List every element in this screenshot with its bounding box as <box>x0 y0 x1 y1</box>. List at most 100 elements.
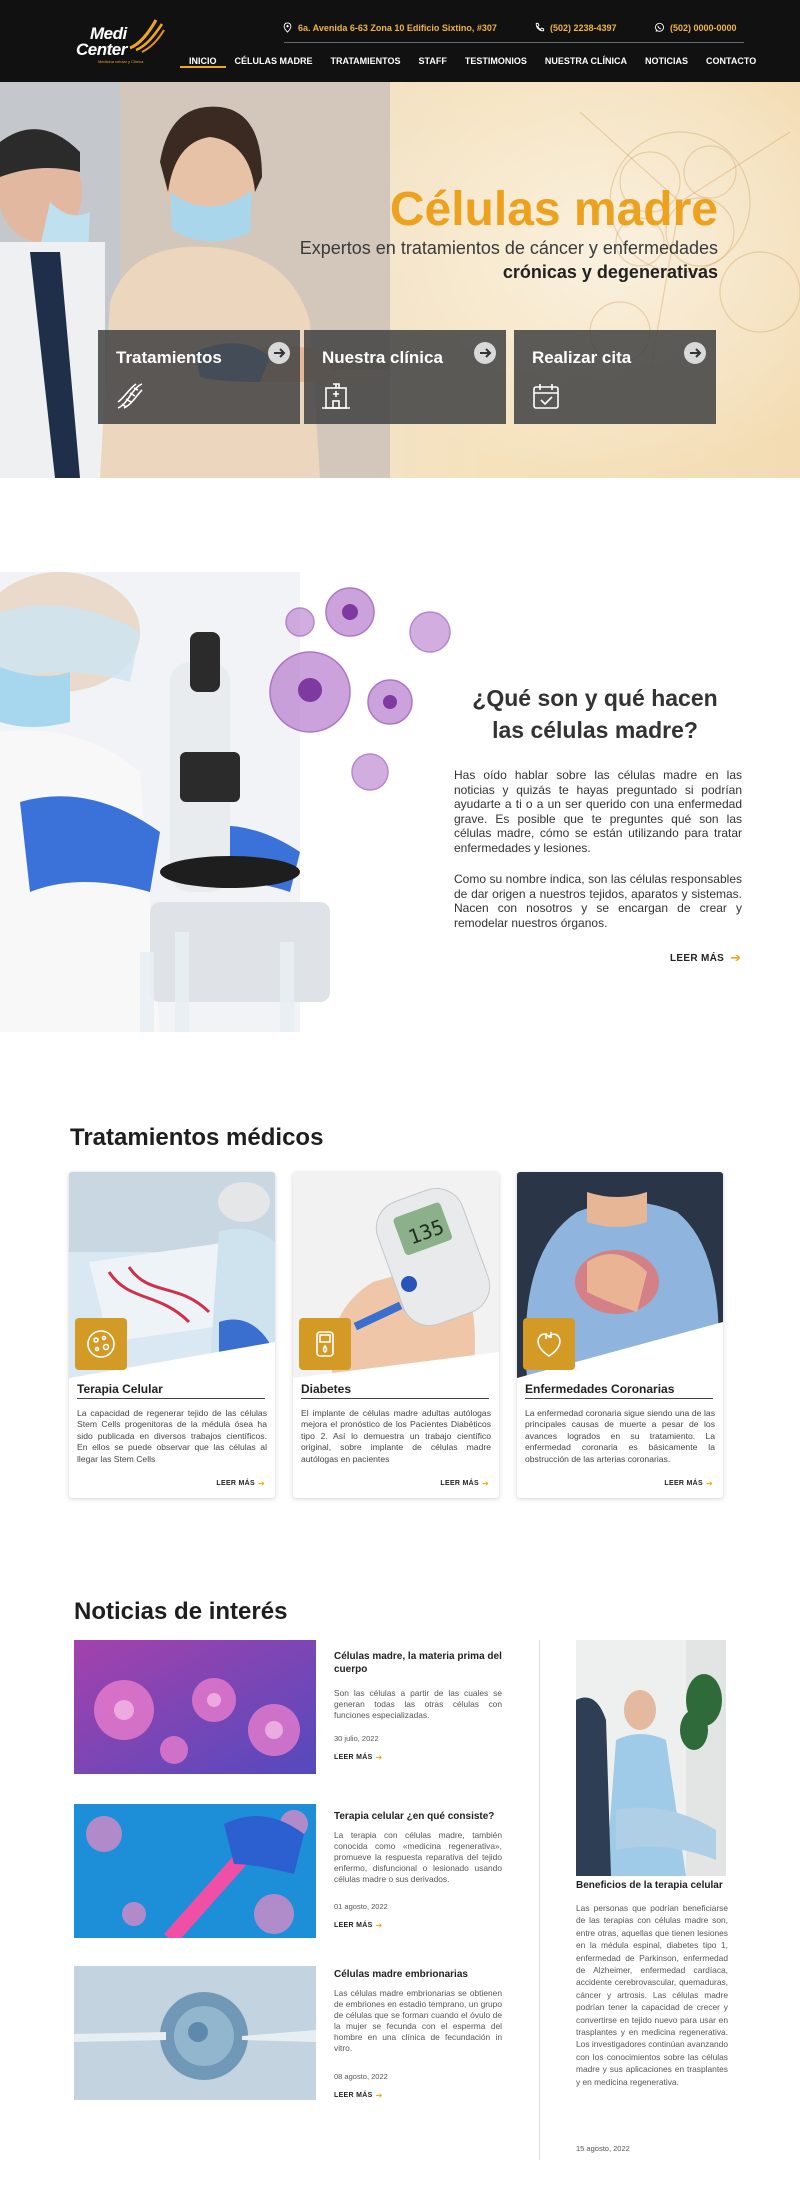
featured-news-title[interactable]: Beneficios de la terapia celular <box>576 1880 746 1891</box>
arrow-right-icon[interactable] <box>684 342 706 364</box>
heart-icon <box>523 1318 575 1370</box>
dna-icon <box>117 383 143 409</box>
hero-subtitle-line1: Expertos en tratamientos de cáncer y enf… <box>299 238 718 258</box>
treatment-title: Enfermedades Coronarias <box>525 1382 675 1396</box>
arrow-right-icon: ➔ <box>375 1921 383 1930</box>
divider <box>525 1398 713 1399</box>
logo[interactable]: Medi Center Medicina celular y Clínica <box>76 18 166 66</box>
hero-card-realizar-cita[interactable]: Realizar cita <box>514 330 716 424</box>
news-read-more-link[interactable]: LEER MÁS ➔ <box>334 1921 383 1930</box>
treatment-card[interactable]: 135 Diabetes El implante de células madr… <box>293 1172 499 1498</box>
calendar-check-icon <box>533 384 559 409</box>
arrow-right-icon: ➔ <box>481 1479 489 1488</box>
news-image-cells <box>74 1640 316 1774</box>
phone-icon <box>535 22 545 32</box>
arrow-right-icon: ➔ <box>375 1753 383 1762</box>
treatment-text: La enfermedad coronaria sigue siendo una… <box>525 1408 715 1464</box>
read-more-label: LEER MÁS <box>334 2092 373 2099</box>
hero-card-label: Nuestra clínica <box>322 348 443 367</box>
read-more-label: LEER MÁS <box>216 1480 255 1487</box>
hero-card-nuestra-clinica[interactable]: Nuestra clínica <box>304 330 506 424</box>
featured-news-text: Las personas que podrían beneficiarse de… <box>576 1903 728 2087</box>
logo-swoosh-icon <box>129 19 165 53</box>
nav-item-celulas-madre[interactable]: CÉLULAS MADRE <box>226 54 322 68</box>
read-more-label: LEER MÁS <box>334 1754 373 1761</box>
treatment-read-more-link[interactable]: LEER MÁS ➔ <box>440 1479 489 1488</box>
news-item-title[interactable]: Células madre embrionarias <box>334 1968 502 1981</box>
glucometer-icon <box>299 1318 351 1370</box>
divider <box>301 1398 489 1399</box>
news-title: Noticias de interés <box>74 1598 288 1625</box>
logo-text-line2: Center <box>76 40 127 59</box>
arrow-right-icon: ➔ <box>705 1479 713 1488</box>
site-header: Medi Center Medicina celular y Clínica 6… <box>0 0 800 82</box>
arrow-right-icon[interactable] <box>474 342 496 364</box>
lab-researcher-photo <box>0 572 460 1032</box>
featured-news-image <box>576 1640 726 1876</box>
news-item-title[interactable]: Terapia celular ¿en qué consiste? <box>334 1810 502 1823</box>
hero-card-label: Realizar cita <box>532 348 632 367</box>
arrow-right-icon: ➔ <box>375 2091 383 2100</box>
hero-card-label: Tratamientos <box>116 348 222 367</box>
news-item-date: 08 agosto, 2022 <box>334 2072 388 2081</box>
nav-item-tratamientos[interactable]: TRATAMIENTOS <box>322 54 410 68</box>
logo-tagline: Medicina celular y Clínica <box>98 59 144 64</box>
about-read-more-link[interactable]: LEER MÁS ➔ <box>670 950 741 966</box>
treatment-card[interactable]: Terapia Celular La capacidad de regenera… <box>69 1172 275 1498</box>
news-image-test-tube <box>74 1804 316 1938</box>
news-item-date: 30 julio, 2022 <box>334 1734 379 1743</box>
nav-item-noticias[interactable]: NOTICIAS <box>636 54 697 68</box>
hero-title: Células madre <box>389 183 718 236</box>
nav-item-nuestra-clinica[interactable]: NUESTRA CLÍNICA <box>536 54 636 68</box>
news-item-title[interactable]: Células madre, la materia prima del cuer… <box>334 1650 502 1676</box>
treatment-card[interactable]: Enfermedades Coronarias La enfermedad co… <box>517 1172 723 1498</box>
arrow-right-icon[interactable] <box>268 342 290 364</box>
hero-subtitle-line2: crónicas y degenerativas <box>502 262 718 282</box>
news-item-text: La terapia con células madre, también co… <box>334 1830 502 1884</box>
nav-item-staff[interactable]: STAFF <box>410 54 456 68</box>
read-more-label: LEER MÁS <box>664 1480 703 1487</box>
news-read-more-link[interactable]: LEER MÁS ➔ <box>334 1753 383 1762</box>
treatment-text: La capacidad de regenerar tejido de las … <box>77 1408 267 1464</box>
read-more-label: LEER MÁS <box>440 1480 479 1487</box>
arrow-right-icon: ➔ <box>257 1479 265 1488</box>
whatsapp-text: (502) 0000-0000 <box>670 22 737 33</box>
whatsapp-info[interactable]: (502) 0000-0000 <box>654 22 737 33</box>
hospital-icon <box>322 383 350 409</box>
about-title: ¿Qué son y qué hacen las células madre? <box>450 682 740 746</box>
phone-text: (502) 2238-4397 <box>550 22 617 33</box>
news-item-text: Son las células a partir de las cuales s… <box>334 1688 502 1720</box>
about-paragraph-1: Has oído hablar sobre las células madre … <box>454 768 742 855</box>
map-pin-icon <box>283 22 292 33</box>
phone-info[interactable]: (502) 2238-4397 <box>534 22 617 33</box>
about-title-line1: ¿Qué son y qué hacen <box>472 685 718 711</box>
news-image-embryo <box>74 1966 316 2100</box>
about-title-line2: las células madre? <box>492 717 698 743</box>
address-info: 6a. Avenida 6-63 Zona 10 Edificio Sixtin… <box>282 22 497 33</box>
address-text: 6a. Avenida 6-63 Zona 10 Edificio Sixtin… <box>298 22 497 33</box>
read-more-label: LEER MÁS <box>670 952 725 964</box>
news-read-more-link[interactable]: LEER MÁS ➔ <box>334 2091 383 2100</box>
header-divider <box>284 42 744 43</box>
treatment-title: Terapia Celular <box>77 1382 163 1396</box>
news-item-text: Las células madre embrionarias se obtien… <box>334 1988 502 2053</box>
treatment-read-more-link[interactable]: LEER MÁS ➔ <box>664 1479 713 1488</box>
news-column-divider <box>539 1640 540 2160</box>
cell-dish-icon <box>75 1318 127 1370</box>
treatment-text: El implante de células madre adultas aut… <box>301 1408 491 1464</box>
nav-item-inicio[interactable]: INICIO <box>180 54 226 68</box>
news-item-date: 01 agosto, 2022 <box>334 1902 388 1911</box>
nav-item-contacto[interactable]: CONTACTO <box>697 54 765 68</box>
read-more-label: LEER MÁS <box>334 1922 373 1929</box>
arrow-right-icon: ➔ <box>730 950 742 965</box>
nav-item-testimonios[interactable]: TESTIMONIOS <box>456 54 536 68</box>
main-nav: INICIO CÉLULAS MADRE TRATAMIENTOS STAFF … <box>180 54 765 68</box>
treatments-title: Tratamientos médicos <box>70 1124 324 1151</box>
treatment-title: Diabetes <box>301 1382 352 1396</box>
featured-news-date: 15 agosto, 2022 <box>576 2144 630 2153</box>
treatment-read-more-link[interactable]: LEER MÁS ➔ <box>216 1479 265 1488</box>
whatsapp-icon <box>655 22 664 32</box>
divider <box>77 1398 265 1399</box>
about-paragraph-2: Como su nombre indica, son las células r… <box>454 872 742 930</box>
hero-card-tratamientos[interactable]: Tratamientos <box>98 330 300 424</box>
